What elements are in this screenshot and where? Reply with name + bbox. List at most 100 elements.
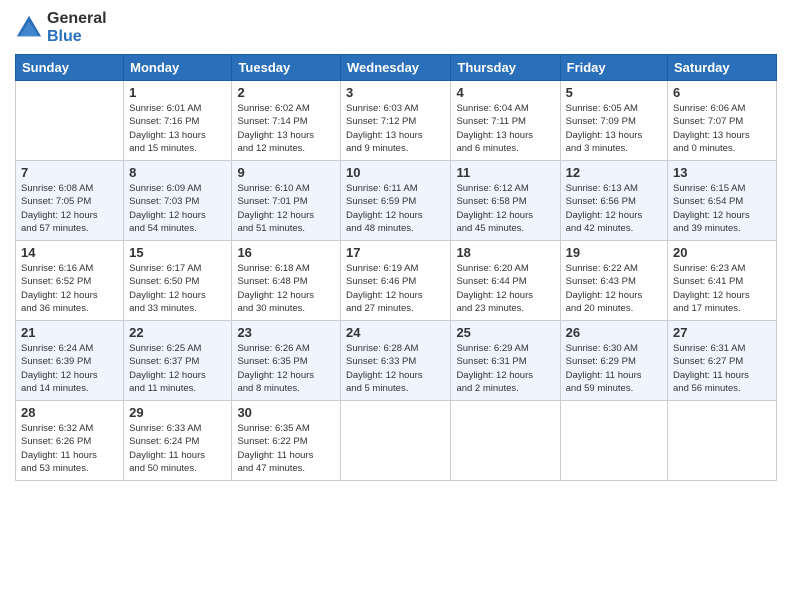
day-info: Sunrise: 6:22 AM Sunset: 6:43 PM Dayligh… bbox=[566, 262, 662, 315]
day-info: Sunrise: 6:09 AM Sunset: 7:03 PM Dayligh… bbox=[129, 182, 226, 235]
calendar-cell: 12 Sunrise: 6:13 AM Sunset: 6:56 PM Dayli… bbox=[560, 161, 667, 241]
week-row-1: 1Sunrise: 6:01 AM Sunset: 7:16 PM Daylig… bbox=[16, 81, 777, 161]
calendar-cell: 1Sunrise: 6:01 AM Sunset: 7:16 PM Daylig… bbox=[124, 81, 232, 161]
day-info: Sunrise: 6:19 AM Sunset: 6:46 PM Dayligh… bbox=[346, 262, 445, 315]
calendar-cell bbox=[16, 81, 124, 161]
day-number: 28 bbox=[21, 405, 118, 420]
weekday-header-friday: Friday bbox=[560, 55, 667, 81]
day-number: 21 bbox=[21, 325, 118, 340]
day-info: Sunrise: 6:10 AM Sunset: 7:01 PM Dayligh… bbox=[237, 182, 335, 235]
day-number: 23 bbox=[237, 325, 335, 340]
day-number: 25 bbox=[456, 325, 554, 340]
calendar-cell: 4 Sunrise: 6:04 AM Sunset: 7:11 PM Daylig… bbox=[451, 81, 560, 161]
calendar-cell: 29 Sunrise: 6:33 AM Sunset: 6:24 PM Dayli… bbox=[124, 401, 232, 481]
calendar-cell: 26Sunrise: 6:30 AM Sunset: 6:29 PM Dayli… bbox=[560, 321, 667, 401]
calendar-cell: 8Sunrise: 6:09 AM Sunset: 7:03 PM Daylig… bbox=[124, 161, 232, 241]
day-info: Sunrise: 6:20 AM Sunset: 6:44 PM Dayligh… bbox=[456, 262, 554, 315]
day-number: 29 bbox=[129, 405, 226, 420]
calendar-cell: 13Sunrise: 6:15 AM Sunset: 6:54 PM Dayli… bbox=[668, 161, 777, 241]
calendar-cell: 14 Sunrise: 6:16 AM Sunset: 6:52 PM Dayli… bbox=[16, 241, 124, 321]
day-number: 9 bbox=[237, 165, 335, 180]
calendar-cell bbox=[560, 401, 667, 481]
weekday-header-saturday: Saturday bbox=[668, 55, 777, 81]
weekday-header-row: SundayMondayTuesdayWednesdayThursdayFrid… bbox=[16, 55, 777, 81]
weekday-header-wednesday: Wednesday bbox=[341, 55, 451, 81]
day-number: 16 bbox=[237, 245, 335, 260]
day-info: Sunrise: 6:04 AM Sunset: 7:11 PM Dayligh… bbox=[456, 102, 554, 155]
calendar-cell: 28 Sunrise: 6:32 AM Sunset: 6:26 PM Dayli… bbox=[16, 401, 124, 481]
week-row-3: 14 Sunrise: 6:16 AM Sunset: 6:52 PM Dayli… bbox=[16, 241, 777, 321]
calendar-cell: 6 Sunrise: 6:06 AM Sunset: 7:07 PM Daylig… bbox=[668, 81, 777, 161]
calendar-cell: 15 Sunrise: 6:17 AM Sunset: 6:50 PM Dayli… bbox=[124, 241, 232, 321]
day-number: 3 bbox=[346, 85, 445, 100]
day-info: Sunrise: 6:08 AM Sunset: 7:05 PM Dayligh… bbox=[21, 182, 118, 235]
day-number: 27 bbox=[673, 325, 771, 340]
day-info: Sunrise: 6:25 AM Sunset: 6:37 PM Dayligh… bbox=[129, 342, 226, 395]
logo: General Blue bbox=[15, 10, 107, 46]
day-info: Sunrise: 6:03 AM Sunset: 7:12 PM Dayligh… bbox=[346, 102, 445, 155]
week-row-5: 28 Sunrise: 6:32 AM Sunset: 6:26 PM Dayli… bbox=[16, 401, 777, 481]
day-number: 17 bbox=[346, 245, 445, 260]
logo-text: General Blue bbox=[47, 10, 107, 46]
day-info: Sunrise: 6:01 AM Sunset: 7:16 PM Dayligh… bbox=[129, 102, 226, 155]
day-info: Sunrise: 6:29 AM Sunset: 6:31 PM Dayligh… bbox=[456, 342, 554, 395]
day-info: Sunrise: 6:11 AM Sunset: 6:59 PM Dayligh… bbox=[346, 182, 445, 235]
day-info: Sunrise: 6:16 AM Sunset: 6:52 PM Dayligh… bbox=[21, 262, 118, 315]
day-info: Sunrise: 6:35 AM Sunset: 6:22 PM Dayligh… bbox=[237, 422, 335, 475]
calendar-cell: 30 Sunrise: 6:35 AM Sunset: 6:22 PM Dayli… bbox=[232, 401, 341, 481]
day-number: 30 bbox=[237, 405, 335, 420]
day-number: 24 bbox=[346, 325, 445, 340]
week-row-2: 7 Sunrise: 6:08 AM Sunset: 7:05 PM Daylig… bbox=[16, 161, 777, 241]
day-number: 18 bbox=[456, 245, 554, 260]
calendar-cell bbox=[668, 401, 777, 481]
calendar-cell: 9 Sunrise: 6:10 AM Sunset: 7:01 PM Daylig… bbox=[232, 161, 341, 241]
day-number: 12 bbox=[566, 165, 662, 180]
calendar-cell bbox=[451, 401, 560, 481]
calendar-cell: 25 Sunrise: 6:29 AM Sunset: 6:31 PM Dayli… bbox=[451, 321, 560, 401]
day-number: 19 bbox=[566, 245, 662, 260]
day-number: 5 bbox=[566, 85, 662, 100]
day-info: Sunrise: 6:17 AM Sunset: 6:50 PM Dayligh… bbox=[129, 262, 226, 315]
day-number: 10 bbox=[346, 165, 445, 180]
calendar-table: SundayMondayTuesdayWednesdayThursdayFrid… bbox=[15, 54, 777, 481]
day-info: Sunrise: 6:23 AM Sunset: 6:41 PM Dayligh… bbox=[673, 262, 771, 315]
calendar-cell: 19 Sunrise: 6:22 AM Sunset: 6:43 PM Dayli… bbox=[560, 241, 667, 321]
calendar-cell: 18 Sunrise: 6:20 AM Sunset: 6:44 PM Dayli… bbox=[451, 241, 560, 321]
day-info: Sunrise: 6:02 AM Sunset: 7:14 PM Dayligh… bbox=[237, 102, 335, 155]
day-number: 20 bbox=[673, 245, 771, 260]
weekday-header-thursday: Thursday bbox=[451, 55, 560, 81]
day-info: Sunrise: 6:30 AM Sunset: 6:29 PM Dayligh… bbox=[566, 342, 662, 395]
weekday-header-sunday: Sunday bbox=[16, 55, 124, 81]
header: General Blue bbox=[15, 10, 777, 46]
day-info: Sunrise: 6:12 AM Sunset: 6:58 PM Dayligh… bbox=[456, 182, 554, 235]
day-info: Sunrise: 6:28 AM Sunset: 6:33 PM Dayligh… bbox=[346, 342, 445, 395]
day-info: Sunrise: 6:24 AM Sunset: 6:39 PM Dayligh… bbox=[21, 342, 118, 395]
day-number: 13 bbox=[673, 165, 771, 180]
day-info: Sunrise: 6:06 AM Sunset: 7:07 PM Dayligh… bbox=[673, 102, 771, 155]
day-info: Sunrise: 6:32 AM Sunset: 6:26 PM Dayligh… bbox=[21, 422, 118, 475]
calendar-cell: 2 Sunrise: 6:02 AM Sunset: 7:14 PM Daylig… bbox=[232, 81, 341, 161]
calendar-cell: 21 Sunrise: 6:24 AM Sunset: 6:39 PM Dayli… bbox=[16, 321, 124, 401]
day-info: Sunrise: 6:31 AM Sunset: 6:27 PM Dayligh… bbox=[673, 342, 771, 395]
week-row-4: 21 Sunrise: 6:24 AM Sunset: 6:39 PM Dayli… bbox=[16, 321, 777, 401]
day-number: 6 bbox=[673, 85, 771, 100]
day-number: 15 bbox=[129, 245, 226, 260]
day-number: 22 bbox=[129, 325, 226, 340]
day-number: 14 bbox=[21, 245, 118, 260]
day-number: 2 bbox=[237, 85, 335, 100]
day-number: 7 bbox=[21, 165, 118, 180]
day-info: Sunrise: 6:18 AM Sunset: 6:48 PM Dayligh… bbox=[237, 262, 335, 315]
calendar-cell bbox=[341, 401, 451, 481]
weekday-header-monday: Monday bbox=[124, 55, 232, 81]
calendar-cell: 5 Sunrise: 6:05 AM Sunset: 7:09 PM Daylig… bbox=[560, 81, 667, 161]
day-info: Sunrise: 6:05 AM Sunset: 7:09 PM Dayligh… bbox=[566, 102, 662, 155]
day-info: Sunrise: 6:33 AM Sunset: 6:24 PM Dayligh… bbox=[129, 422, 226, 475]
calendar-cell: 10 Sunrise: 6:11 AM Sunset: 6:59 PM Dayli… bbox=[341, 161, 451, 241]
day-number: 4 bbox=[456, 85, 554, 100]
calendar-page: General Blue SundayMondayTuesdayWednesda… bbox=[0, 0, 792, 612]
day-info: Sunrise: 6:13 AM Sunset: 6:56 PM Dayligh… bbox=[566, 182, 662, 235]
calendar-cell: 22 Sunrise: 6:25 AM Sunset: 6:37 PM Dayli… bbox=[124, 321, 232, 401]
calendar-cell: 7 Sunrise: 6:08 AM Sunset: 7:05 PM Daylig… bbox=[16, 161, 124, 241]
calendar-cell: 23Sunrise: 6:26 AM Sunset: 6:35 PM Dayli… bbox=[232, 321, 341, 401]
calendar-cell: 27 Sunrise: 6:31 AM Sunset: 6:27 PM Dayli… bbox=[668, 321, 777, 401]
